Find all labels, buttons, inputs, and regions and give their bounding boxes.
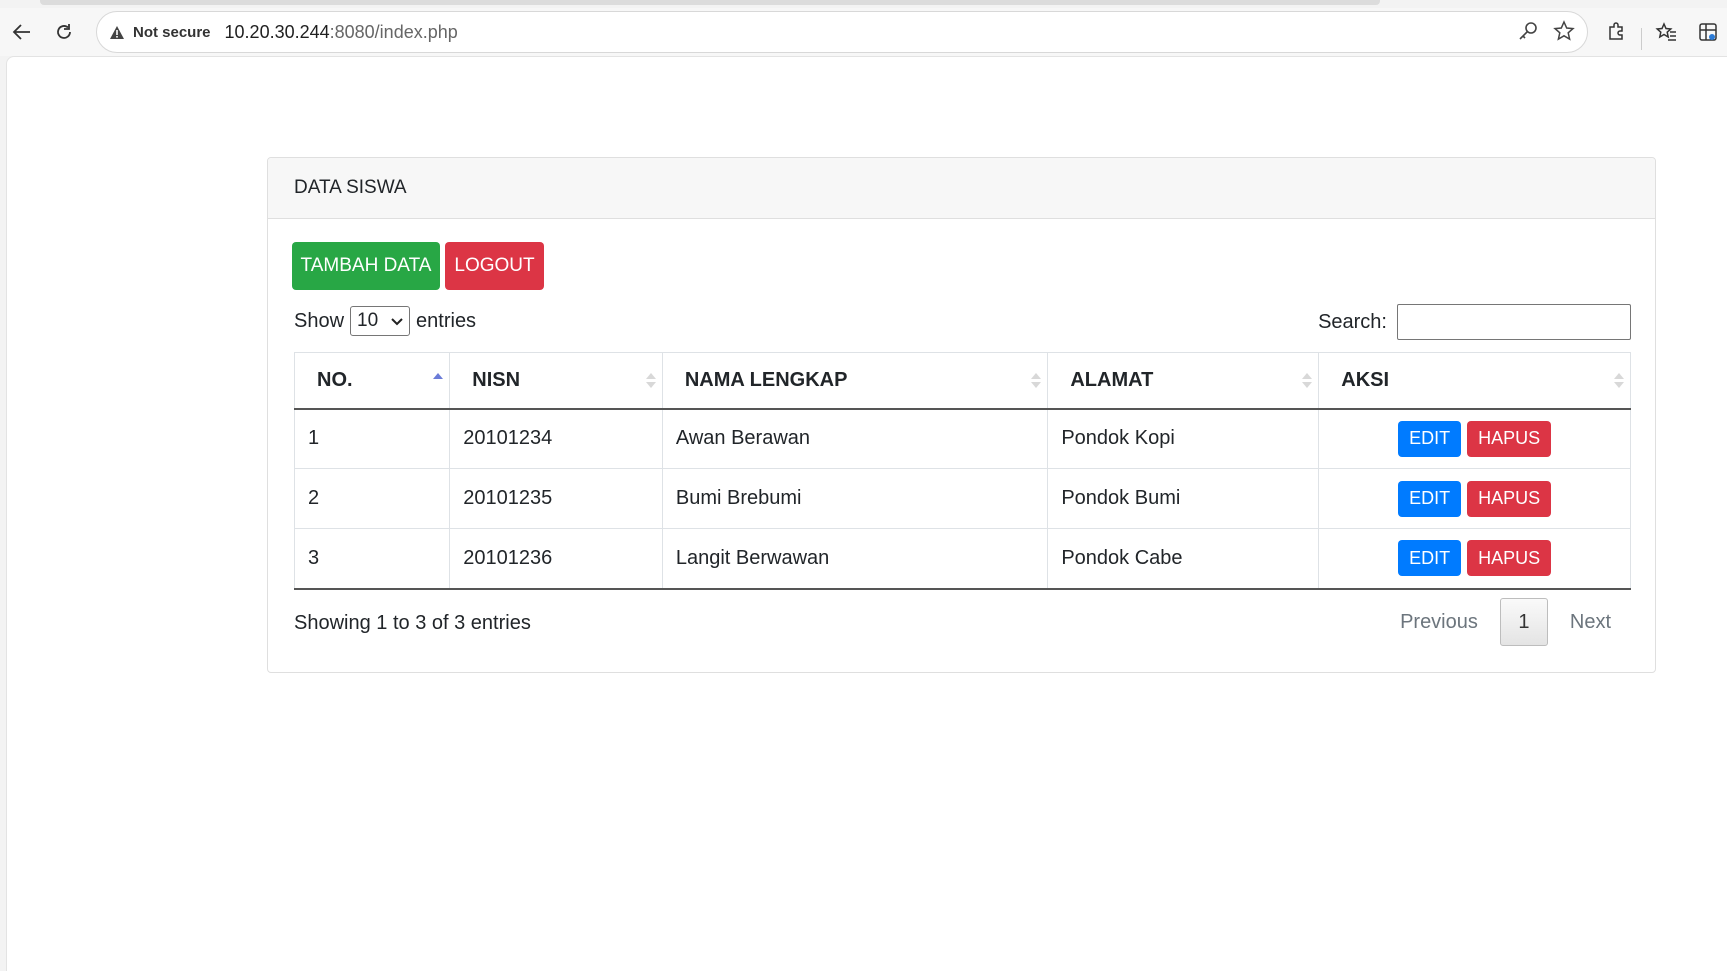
cell-aksi: EDIT HAPUS bbox=[1318, 408, 1631, 469]
delete-button[interactable]: HAPUS bbox=[1467, 420, 1552, 457]
pagination: Previous 1 Next bbox=[1378, 598, 1633, 646]
page-viewport: DATA SISWA TAMBAH DATA LOGOUT Show 10 en… bbox=[6, 56, 1727, 971]
cell-no: 2 bbox=[293, 468, 451, 529]
cell-no: 3 bbox=[293, 528, 451, 590]
warning-icon[interactable] bbox=[109, 25, 125, 40]
edit-button[interactable]: EDIT bbox=[1398, 480, 1462, 517]
collections-icon[interactable] bbox=[1690, 14, 1726, 50]
cell-aksi: EDIT HAPUS bbox=[1318, 528, 1631, 590]
column-header-alamat[interactable]: ALAMAT bbox=[1047, 352, 1320, 410]
search-control: Search: bbox=[1318, 304, 1631, 340]
table-row: 1 20101234 Awan Berawan Pondok Kopi EDIT… bbox=[293, 408, 1631, 469]
sort-ascending-icon bbox=[433, 371, 444, 391]
active-tab-edge[interactable] bbox=[40, 0, 1380, 5]
cell-alamat: Pondok Kopi bbox=[1047, 408, 1320, 469]
column-header-aksi[interactable]: AKSI bbox=[1318, 352, 1631, 410]
star-icon[interactable] bbox=[1553, 19, 1575, 47]
column-header-label: NISN bbox=[472, 368, 521, 391]
url-text[interactable]: 10.20.30.244:8080/index.php bbox=[225, 22, 458, 43]
reload-icon[interactable] bbox=[46, 14, 82, 50]
table-info: Showing 1 to 3 of 3 entries bbox=[294, 612, 531, 634]
sort-icon bbox=[645, 371, 656, 391]
browser-toolbar: Not secure 10.20.30.244:8080/index.php bbox=[0, 8, 1727, 56]
column-header-label: ALAMAT bbox=[1070, 368, 1154, 391]
previous-page-button[interactable]: Previous bbox=[1378, 611, 1500, 634]
table-row: 2 20101235 Bumi Brebumi Pondok Bumi EDIT… bbox=[293, 468, 1631, 529]
favorites-icon[interactable] bbox=[1648, 14, 1684, 50]
address-bar[interactable]: Not secure 10.20.30.244:8080/index.php bbox=[96, 11, 1588, 53]
cell-nisn: 20101236 bbox=[449, 528, 663, 590]
tab-strip bbox=[0, 0, 1727, 8]
table-row: 3 20101236 Langit Berwawan Pondok Cabe E… bbox=[293, 528, 1631, 590]
students-table: NO. NISN NAMA LENGKAP ALAMAT AKSI 1 2010… bbox=[293, 352, 1631, 590]
cell-alamat: Pondok Bumi bbox=[1047, 468, 1320, 529]
cell-nama: Langit Berwawan bbox=[661, 528, 1049, 590]
show-label: Show bbox=[294, 309, 345, 332]
back-arrow-icon[interactable] bbox=[4, 14, 40, 50]
security-label[interactable]: Not secure bbox=[133, 24, 211, 41]
column-header-label: NO. bbox=[317, 368, 353, 391]
entries-select[interactable]: 10 bbox=[350, 306, 411, 336]
delete-button[interactable]: HAPUS bbox=[1467, 480, 1552, 517]
cell-no: 1 bbox=[293, 408, 451, 469]
column-header-label: NAMA LENGKAP bbox=[684, 368, 848, 391]
sort-icon bbox=[1614, 371, 1624, 391]
chevron-down-icon bbox=[391, 310, 403, 332]
column-header-nama[interactable]: NAMA LENGKAP bbox=[661, 352, 1049, 410]
delete-button[interactable]: HAPUS bbox=[1467, 540, 1552, 577]
extensions-icon[interactable] bbox=[1598, 14, 1634, 50]
toolbar-separator bbox=[1641, 28, 1642, 50]
entries-select-value: 10 bbox=[357, 310, 379, 331]
search-input[interactable] bbox=[1397, 304, 1631, 340]
entries-label: entries bbox=[416, 309, 477, 332]
cell-nama: Awan Berawan bbox=[661, 408, 1049, 469]
cell-nisn: 20101235 bbox=[449, 468, 663, 529]
column-header-no[interactable]: NO. bbox=[293, 352, 451, 410]
sort-icon bbox=[1302, 371, 1313, 391]
page-1-button[interactable]: 1 bbox=[1499, 598, 1548, 646]
add-data-button[interactable]: TAMBAH DATA bbox=[292, 242, 440, 290]
next-page-button[interactable]: Next bbox=[1548, 611, 1633, 634]
edit-button[interactable]: EDIT bbox=[1398, 420, 1462, 457]
table-header-row: NO. NISN NAMA LENGKAP ALAMAT AKSI bbox=[293, 352, 1631, 410]
data-card: DATA SISWA TAMBAH DATA LOGOUT Show 10 en… bbox=[267, 157, 1656, 673]
key-icon[interactable] bbox=[1517, 20, 1539, 47]
column-header-nisn[interactable]: NISN bbox=[449, 352, 663, 410]
cell-alamat: Pondok Cabe bbox=[1047, 528, 1320, 590]
url-host: 10.20.30.244 bbox=[224, 21, 330, 42]
cell-aksi: EDIT HAPUS bbox=[1318, 468, 1631, 529]
cell-nisn: 20101234 bbox=[449, 408, 663, 469]
column-header-label: AKSI bbox=[1341, 368, 1390, 391]
card-title: DATA SISWA bbox=[268, 158, 1655, 219]
cell-nama: Bumi Brebumi bbox=[661, 468, 1049, 529]
url-path: :8080/index.php bbox=[329, 21, 458, 42]
logout-button[interactable]: LOGOUT bbox=[445, 242, 544, 290]
sort-icon bbox=[1031, 371, 1042, 391]
edit-button[interactable]: EDIT bbox=[1398, 540, 1462, 577]
search-label: Search: bbox=[1318, 310, 1387, 333]
entries-length-control: Show 10 entries bbox=[294, 306, 476, 336]
